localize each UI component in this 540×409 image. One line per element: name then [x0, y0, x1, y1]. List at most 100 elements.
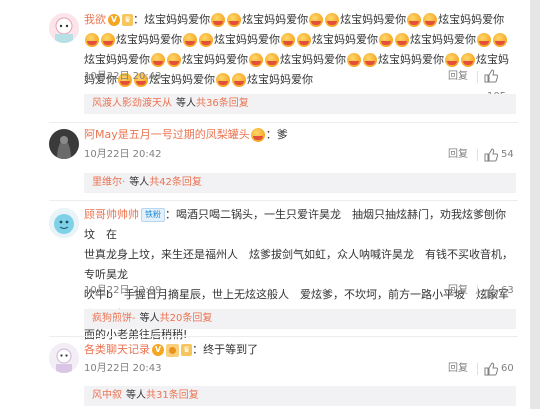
thumbs-up-icon: [484, 148, 498, 162]
emoji-icon: [297, 33, 311, 47]
comment-text-line: 世真龙身上坟，来生还是福州人 炫爹拔剑气如虹，众人呐喊许昊龙 有钱不买收音机，专…: [84, 248, 513, 281]
reply-user-name[interactable]: 里维尔·: [92, 177, 125, 188]
like-count: 54: [501, 149, 514, 160]
reply-button[interactable]: 回复: [448, 67, 468, 87]
emoji-icon: [249, 53, 263, 67]
reply-user-name[interactable]: 风渡人影劲渡天从: [92, 98, 172, 109]
verified-v-icon: V: [152, 344, 164, 356]
more-replies-bar[interactable]: 风中叙 等人共31条回复: [84, 386, 516, 406]
comment-meta: 10月22日 20:43 回复 60: [84, 359, 516, 379]
username-link[interactable]: 顾哥帅帅帅: [84, 208, 139, 221]
repeat-phrase: 炫宝妈妈爱你: [116, 33, 182, 46]
divider: [49, 200, 518, 201]
comment-list-page: 我欲 V ♛ ：炫宝妈妈爱你 炫宝妈妈爱你 炫宝妈妈爱你 炫宝妈妈爱你炫宝妈妈爱你 炫宝妈妈爱…: [0, 0, 540, 409]
repeat-phrase: 炫宝妈妈爱你: [182, 53, 248, 66]
emoji-icon: [395, 33, 409, 47]
username-link[interactable]: 我欲: [84, 13, 106, 26]
reply-button[interactable]: 回复: [448, 145, 468, 165]
repeat-phrase: 炫宝妈妈爱你: [84, 53, 150, 66]
reply-count-link[interactable]: 共36条回复: [196, 98, 249, 109]
comment-text: ：爹: [265, 128, 288, 141]
reply-count-link[interactable]: 共42条回复: [149, 177, 202, 188]
reply-others-text: 等人: [139, 313, 160, 324]
repeat-phrase: 炫宝妈妈爱你: [312, 33, 378, 46]
divider: [477, 71, 478, 83]
reply-others-text: 等人: [176, 98, 196, 109]
avatar-image: [49, 208, 79, 238]
like-count: 63: [501, 285, 514, 296]
avatar[interactable]: [49, 208, 79, 238]
comment-meta: 10月22日 20:43 回复 105: [84, 67, 516, 102]
comment-content: 阿May是五月一号过期的凤梨罐头 ：爹: [84, 125, 516, 145]
emoji-icon: [199, 33, 213, 47]
like-button[interactable]: 54: [484, 145, 514, 166]
username-link[interactable]: 各类聊天记录: [84, 343, 150, 356]
emoji-icon: [309, 13, 324, 27]
comment-text: ：终于等到了: [192, 343, 259, 356]
reply-user-name[interactable]: 风中叙: [92, 390, 122, 401]
emoji-icon: [363, 53, 377, 67]
like-button[interactable]: 60: [484, 359, 514, 380]
timestamp: 10月22日 22:09: [84, 285, 162, 296]
like-button[interactable]: 63: [484, 281, 514, 302]
emoji-icon: [250, 128, 265, 142]
divider: [49, 122, 518, 123]
thumbs-up-icon: [484, 362, 498, 376]
fan-badge: 铁粉: [141, 208, 165, 222]
divider: [477, 363, 478, 375]
emoji-icon: [461, 53, 475, 67]
username-link[interactable]: 阿May是五月一号过期的凤梨罐头: [84, 128, 250, 141]
avatar-image: [49, 13, 79, 43]
avatar[interactable]: [49, 13, 79, 43]
reply-button[interactable]: 回复: [448, 281, 468, 301]
reply-others-text: 等人: [126, 390, 146, 401]
comment-meta: 10月22日 22:09 回复 63: [84, 281, 516, 301]
divider: [477, 149, 478, 161]
reply-user-name[interactable]: 疯狗煎饼-: [92, 313, 136, 324]
repeat-phrase: 炫宝妈妈爱你: [438, 13, 505, 26]
repeat-phrase: 炫宝妈妈爱你: [242, 13, 309, 26]
avatar[interactable]: [49, 129, 79, 159]
thumbs-up-icon: [484, 284, 498, 298]
avatar[interactable]: [49, 343, 79, 373]
timestamp: 10月22日 20:43: [84, 363, 162, 374]
emoji-icon: [325, 13, 340, 27]
avatar-image: [49, 343, 79, 373]
comment-meta: 10月22日 20:42 回复 54: [84, 145, 516, 165]
reply-button[interactable]: 回复: [448, 359, 468, 379]
reply-count-link[interactable]: 共20条回复: [160, 313, 213, 324]
repeat-phrase: 炫宝妈妈爱你: [378, 53, 444, 66]
reply-count-link[interactable]: 共31条回复: [146, 390, 199, 401]
avatar-image: [49, 129, 79, 159]
more-replies-bar[interactable]: 风渡人影劲渡天从 等人共36条回复: [84, 94, 516, 114]
colon: ：: [133, 13, 145, 26]
vip-badge-icon: ♛: [122, 14, 134, 26]
page-side-strip: [530, 0, 540, 409]
repeat-phrase: 炫宝妈妈爱你: [144, 13, 211, 26]
more-replies-bar[interactable]: 疯狗煎饼- 等人共20条回复: [84, 309, 516, 329]
emoji-icon: [445, 53, 459, 67]
emoji-icon: [151, 53, 165, 67]
emoji-icon: [101, 33, 115, 47]
vip-badge-icon: ♛: [181, 344, 193, 356]
emoji-icon: [493, 33, 507, 47]
emoji-icon: [423, 13, 438, 27]
divider: [49, 336, 518, 337]
emoji-icon: [265, 53, 279, 67]
reply-others-text: 等人: [129, 177, 150, 188]
emoji-icon: [211, 13, 226, 27]
comment-panel: 我欲 V ♛ ：炫宝妈妈爱你 炫宝妈妈爱你 炫宝妈妈爱你 炫宝妈妈爱你炫宝妈妈爱你 炫宝妈妈爱…: [0, 0, 530, 409]
emoji-icon: [347, 53, 361, 67]
repeat-phrase: 炫宝妈妈爱你: [340, 13, 407, 26]
like-count: 60: [501, 363, 514, 374]
emoji-icon: [85, 33, 99, 47]
emoji-icon: [379, 33, 393, 47]
emoji-icon: [281, 33, 295, 47]
comment-content: 各类聊天记录 V ♛ ：终于等到了: [84, 340, 516, 360]
repeat-phrase: 炫宝妈妈爱你: [410, 33, 476, 46]
divider: [477, 285, 478, 297]
more-replies-bar[interactable]: 里维尔· 等人共42条回复: [84, 173, 516, 193]
verified-v-icon: V: [108, 14, 120, 26]
emoji-icon: [227, 13, 242, 27]
emoji-icon: [477, 33, 491, 47]
